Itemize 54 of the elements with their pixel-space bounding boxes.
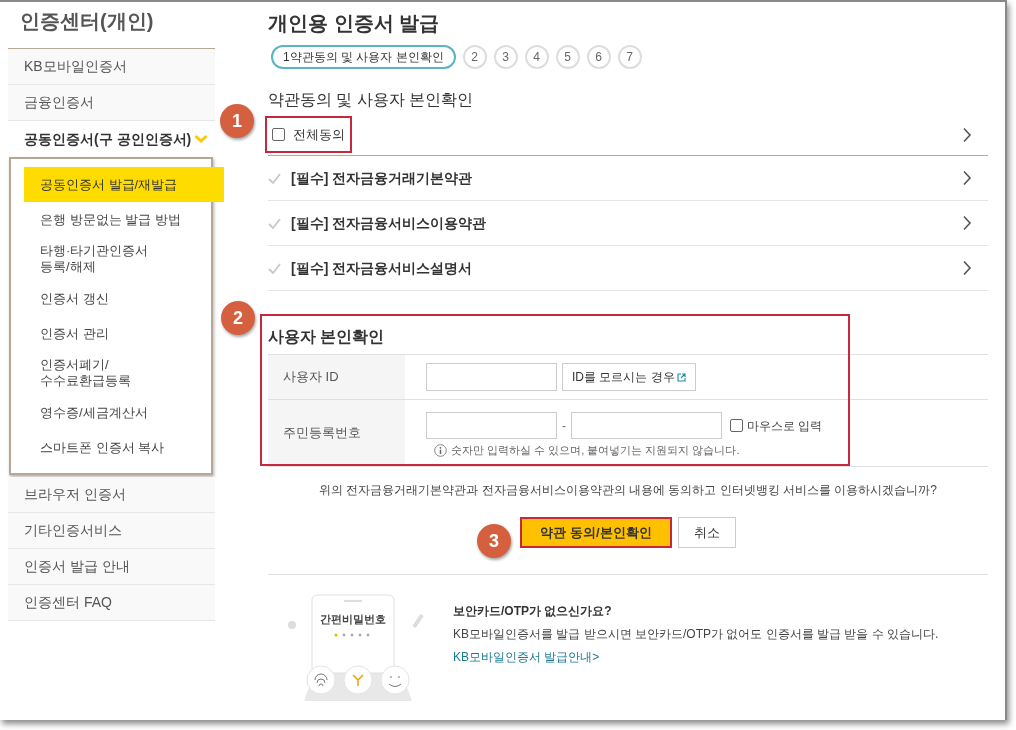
section-title: 약관동의 및 사용자 본인확인	[268, 90, 475, 110]
sidebar-item[interactable]: 기타인증서비스	[8, 513, 215, 549]
chevron-right-icon[interactable]	[962, 260, 972, 276]
find-id-button[interactable]: ID를 모르시는 경우	[562, 363, 696, 391]
submenu-item[interactable]: 인증서 관리	[24, 316, 204, 351]
step-indicator: 2	[462, 45, 487, 69]
separator-text: -	[562, 417, 566, 435]
phone-screen-label: 간편비밀번호	[319, 612, 387, 627]
page-title: 개인용 인증서 발급	[268, 11, 441, 36]
step-indicator: 7	[617, 45, 642, 69]
promo-text: KB모바일인증서를 발급 받으시면 보안카드/OTP가 없어도 인증서를 발급 받을 수 있습니다.	[453, 626, 939, 643]
terms-label: [필수] 전자금융서비스이용약관	[291, 213, 487, 233]
step-indicator: 4	[524, 45, 549, 69]
submenu-item[interactable]: 영수증/세금계산서	[24, 395, 204, 430]
step-indicator: 3	[493, 45, 518, 69]
field-label: 주민등록번호	[268, 400, 405, 466]
hint-text: 숫자만 입력하실 수 있으며, 붙여넣기는 지원되지 않습니다.	[451, 443, 740, 458]
agree-button[interactable]: 약관 동의/본인확인	[520, 517, 672, 548]
identity-title: 사용자 본인확인	[268, 327, 386, 347]
checkbox[interactable]	[730, 419, 743, 432]
field-label: 사용자 ID	[268, 355, 405, 399]
chevron-right-icon[interactable]	[962, 126, 972, 143]
question-text: 위의 전자금융거래기본약관과 전자금융서비스이용약관의 내용에 동의하고 인터넷뱅킹 서비스를 이용하시겠습니까?	[318, 482, 938, 499]
agree-all-checkbox[interactable]: 전체동의	[265, 116, 352, 153]
submenu-item[interactable]: 인증서 갱신	[24, 281, 204, 316]
checkbox[interactable]	[272, 128, 285, 141]
user-id-field[interactable]	[426, 363, 557, 391]
sidebar-item[interactable]: 브라우저 인증서	[8, 477, 215, 513]
sidebar-item[interactable]: 금융인증서	[8, 85, 215, 121]
rrn-back-field[interactable]	[571, 412, 722, 439]
promo-link[interactable]: KB모바일인증서 발급안내>	[453, 648, 939, 666]
promo-title: 보안카드/OTP가 없으신가요?	[453, 603, 613, 620]
submenu-item[interactable]: 인증서폐기/ 수수료환급등록	[24, 351, 204, 395]
terms-label: [필수] 전자금융서비스설명서	[291, 258, 473, 278]
sidebar-title: 인증센터(개인)	[19, 9, 155, 34]
sidebar-item[interactable]: 인증서 발급 안내	[8, 549, 215, 585]
sidebar-item[interactable]: 인증센터 FAQ	[8, 585, 215, 621]
submenu-item[interactable]: 타행·타기관인증서 등록/해제	[24, 237, 204, 281]
submenu-item[interactable]: 스마트폰 인증서 복사	[24, 430, 204, 465]
submenu-item[interactable]: 공동인증서 발급/재발급	[24, 167, 224, 202]
chevron-right-icon[interactable]	[962, 170, 972, 186]
terms-label: [필수] 전자금융거래기본약관	[291, 168, 473, 188]
info-icon	[434, 443, 447, 457]
sidebar-item[interactable]: KB모바일인증서	[8, 49, 215, 85]
external-link-icon	[676, 372, 686, 382]
step-indicator: 5	[555, 45, 580, 69]
mouse-input-checkbox[interactable]: 마우스로 입력	[730, 416, 823, 435]
cancel-button[interactable]: 취소	[678, 517, 736, 548]
step-indicator: 1약관동의 및 사용자 본인확인	[271, 45, 456, 69]
chevron-right-icon[interactable]	[962, 215, 972, 231]
step-indicator: 6	[586, 45, 611, 69]
rrn-front-field[interactable]	[426, 412, 557, 439]
chevron-down-icon	[194, 134, 209, 144]
submenu-item[interactable]: 은행 방문없는 발급 방법	[24, 202, 204, 237]
